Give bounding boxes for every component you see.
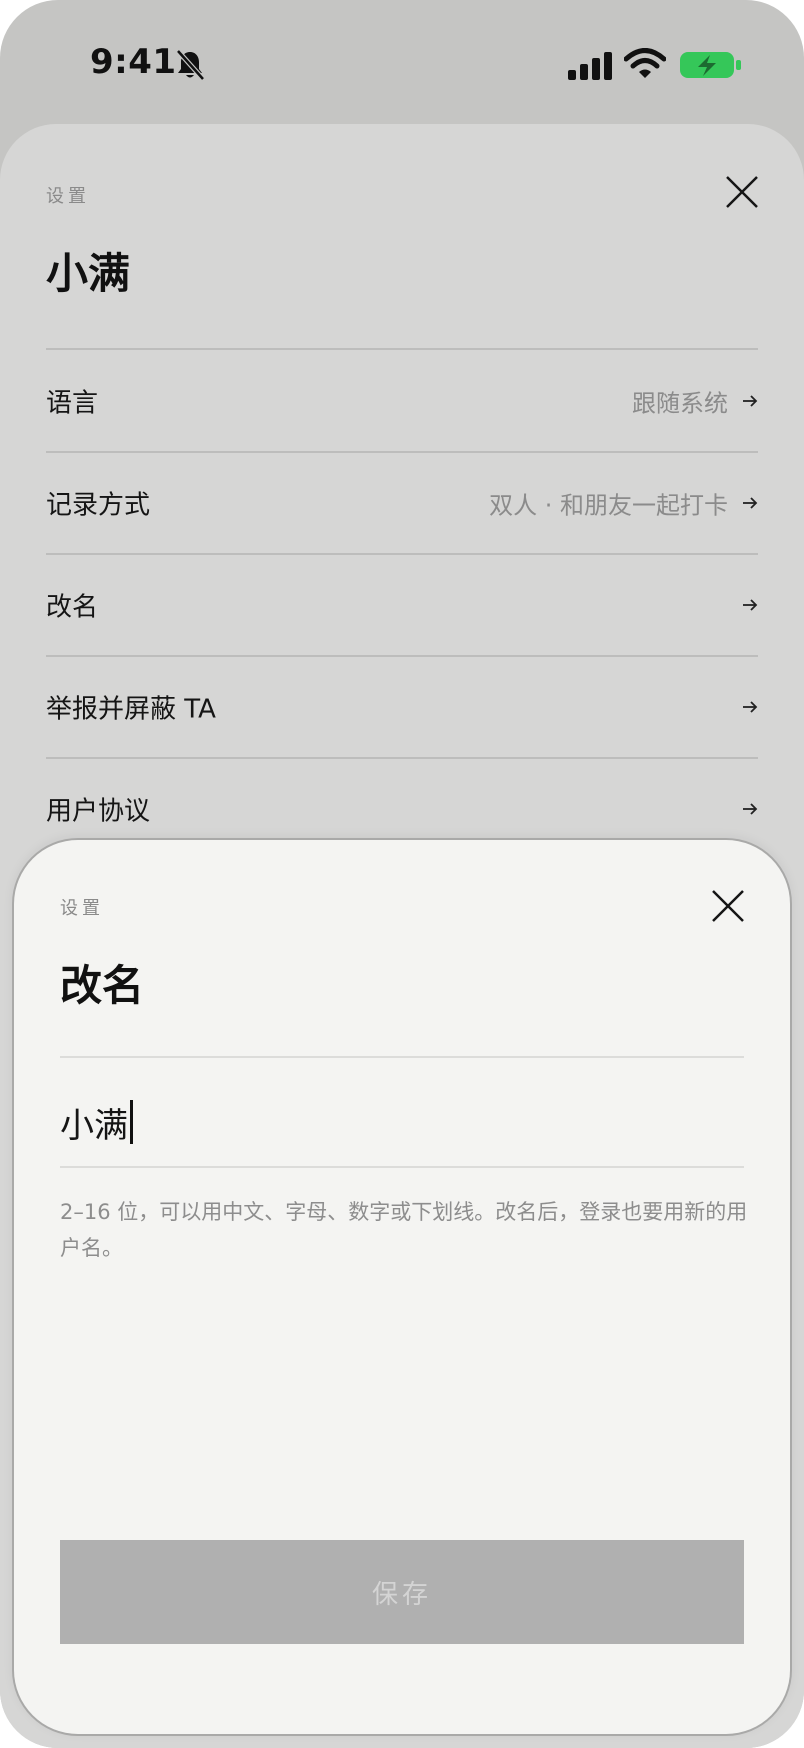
arrow-right-icon — [743, 497, 758, 509]
settings-row-record-mode[interactable]: 记录方式 双人 · 和朋友一起打卡 — [46, 453, 758, 553]
name-input-value: 小满 — [60, 1105, 128, 1146]
rename-hint: 2–16 位，可以用中文、字母、数字或下划线。改名后，登录也要用新的用户名。 — [60, 1200, 748, 1260]
settings-caption: 设置 — [46, 186, 90, 207]
rename-title: 改名 — [60, 961, 145, 1010]
settings-row-language[interactable]: 语言 跟随系统 — [46, 351, 758, 451]
battery-charging-icon — [680, 52, 741, 78]
settings-row-rename[interactable]: 改名 — [46, 555, 758, 655]
row-label: 改名 — [46, 592, 99, 623]
status-time: 9:41 — [90, 42, 177, 82]
text-caret — [130, 1100, 133, 1144]
phone-screen: 9:41 设置 小满 语言 跟随系统 记录方式 双人 · 和朋友一起打卡 改名 … — [0, 0, 804, 1748]
arrow-right-icon — [743, 395, 758, 407]
close-icon[interactable] — [710, 888, 746, 924]
divider — [60, 1056, 744, 1058]
arrow-right-icon — [743, 803, 758, 815]
rename-sheet: 设置 改名 小满 2–16 位，可以用中文、字母、数字或下划线。改名后，登录也要… — [14, 840, 790, 1734]
row-label: 用户协议 — [46, 796, 151, 827]
row-value: 跟随系统 — [632, 389, 728, 418]
settings-title: 小满 — [46, 249, 131, 298]
row-label: 举报并屏蔽 TA — [46, 694, 216, 725]
row-value: 双人 · 和朋友一起打卡 — [489, 491, 728, 520]
arrow-right-icon — [743, 599, 758, 611]
signal-icon — [568, 52, 612, 80]
row-label: 记录方式 — [46, 490, 151, 521]
bell-slash-icon — [176, 49, 205, 81]
row-label: 语言 — [46, 388, 99, 419]
rename-caption: 设置 — [60, 898, 104, 919]
settings-row-report-block[interactable]: 举报并屏蔽 TA — [46, 657, 758, 757]
divider — [60, 1166, 744, 1168]
wifi-icon — [624, 48, 666, 78]
name-input[interactable]: 小满 — [60, 1092, 744, 1152]
divider — [46, 348, 758, 350]
arrow-right-icon — [743, 701, 758, 713]
close-icon[interactable] — [724, 174, 760, 210]
save-button[interactable]: 保存 — [60, 1540, 744, 1644]
